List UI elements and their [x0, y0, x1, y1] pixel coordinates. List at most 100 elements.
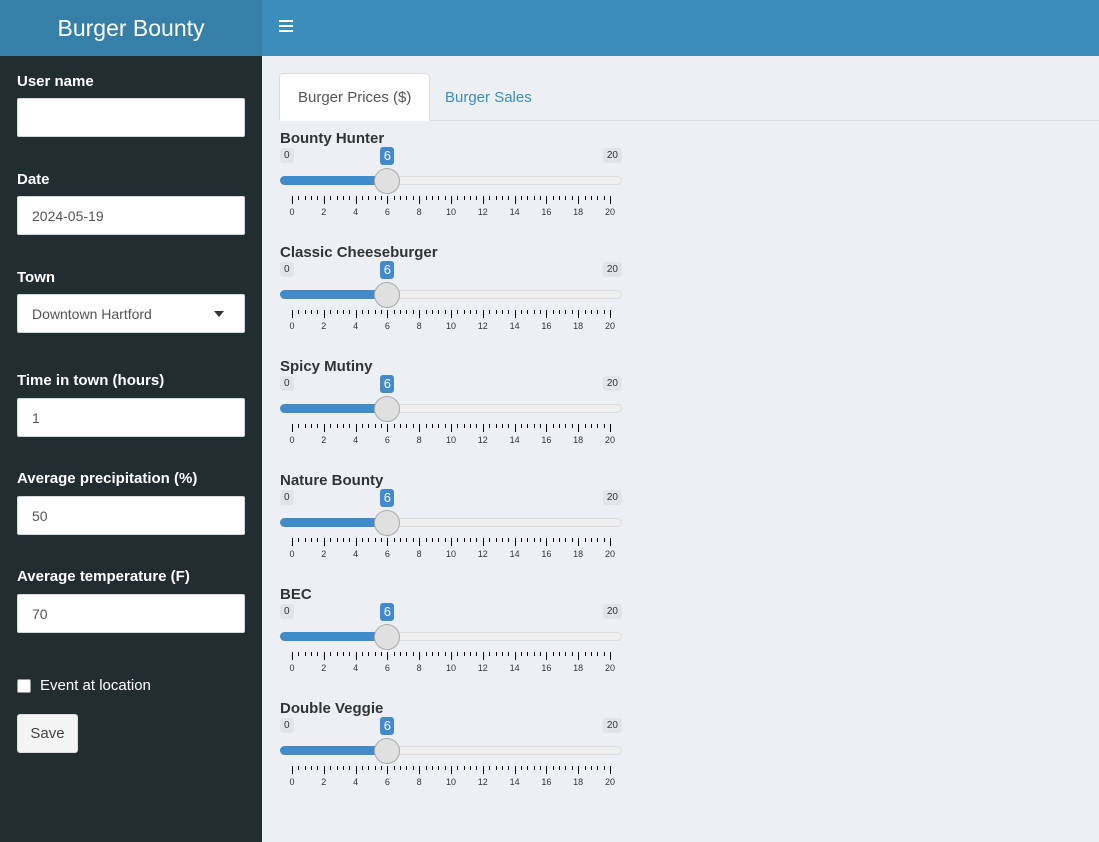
- slider-minor-tick: [489, 310, 491, 314]
- slider-tick-label: 10: [445, 549, 457, 559]
- slider-tick-label: 8: [416, 207, 422, 217]
- slider-minor-tick: [330, 652, 332, 656]
- price-slider[interactable]: BEC 0 20 6 0 2 4 6 8 10 12 14 16 18 20: [280, 586, 622, 696]
- event-checkbox[interactable]: [17, 678, 31, 693]
- slider-minor-tick: [559, 310, 561, 314]
- slider-major-tick: [610, 196, 611, 204]
- slider-minor-tick: [552, 310, 554, 314]
- slider-minor-tick: [552, 766, 554, 770]
- price-slider[interactable]: Spicy Mutiny 0 20 6 0 2 4 6 8 10 12 14 16 18 20: [280, 358, 622, 468]
- tab-burger-sales[interactable]: Burger Sales: [427, 73, 550, 121]
- slider-value-label: 6: [380, 489, 395, 507]
- slider-minor-tick: [330, 766, 332, 770]
- slider-tick-label: 18: [573, 321, 584, 331]
- slider-handle[interactable]: [374, 396, 401, 422]
- slider-minor-tick: [444, 310, 446, 314]
- time-in-town-label: Time in town (hours): [17, 372, 165, 389]
- slider-minor-tick: [444, 538, 446, 542]
- save-button[interactable]: Save: [17, 714, 78, 753]
- slider-tick-label: 18: [573, 435, 584, 445]
- slider-major-tick: [482, 538, 484, 546]
- slider-minor-tick: [533, 310, 535, 314]
- user-name-input[interactable]: [17, 98, 245, 137]
- slider-handle[interactable]: [374, 168, 401, 194]
- slider-minor-tick: [463, 766, 465, 770]
- slider-minor-tick: [298, 310, 300, 314]
- slider-minor-tick: [559, 766, 561, 770]
- event-checkbox-row[interactable]: Event at location: [17, 677, 151, 694]
- slider-tick-label: 10: [445, 663, 457, 673]
- slider-major-tick: [419, 538, 421, 546]
- slider-minor-tick: [597, 766, 599, 770]
- slider-fill: [280, 518, 388, 527]
- slider-tick-label: 12: [477, 549, 488, 559]
- slider-major-tick: [451, 766, 452, 774]
- slider-minor-tick: [476, 538, 478, 542]
- slider-max-label: 20: [602, 718, 622, 733]
- slider-minor-tick: [336, 652, 338, 656]
- slider-minor-tick: [527, 424, 529, 428]
- slider-minor-tick: [463, 424, 465, 428]
- date-input[interactable]: 2024-05-19: [17, 196, 245, 235]
- slider-major-tick: [419, 424, 421, 432]
- slider-minor-tick: [393, 196, 395, 200]
- slider-minor-tick: [431, 652, 433, 656]
- slider-fill: [280, 404, 388, 413]
- slider-minor-tick: [438, 538, 440, 542]
- slider-handle[interactable]: [374, 282, 401, 308]
- slider-major-tick: [323, 424, 325, 432]
- slider-minor-tick: [361, 652, 363, 656]
- slider-minor-tick: [476, 196, 478, 200]
- price-slider[interactable]: Classic Cheeseburger 0 20 6 0 2 4 6 8 10 12 14 16 18 2…: [280, 244, 622, 354]
- slider-minor-tick: [431, 196, 433, 200]
- price-slider[interactable]: Bounty Hunter 0 20 6 0 2 4 6 8 10 12 14 16 18 20: [280, 130, 622, 240]
- slider-minor-tick: [317, 196, 319, 200]
- slider-minor-tick: [590, 766, 592, 770]
- town-select[interactable]: Downtown Hartford: [17, 294, 245, 333]
- slider-tick-label: 12: [477, 321, 488, 331]
- precipitation-input[interactable]: 50: [17, 496, 245, 535]
- price-slider[interactable]: Nature Bounty 0 20 6 0 2 4 6 8 10 12 14 16 18 20: [280, 472, 622, 582]
- tab-burger-prices[interactable]: Burger Prices ($): [279, 73, 431, 121]
- slider-handle[interactable]: [374, 624, 401, 650]
- slider-major-tick: [546, 424, 548, 432]
- sidebar-toggle-icon[interactable]: [279, 19, 293, 33]
- main-content: Burger Prices ($) Burger Sales Bounty Hu…: [262, 56, 1099, 842]
- price-slider[interactable]: Double Veggie 0 20 6 0 2 4 6 8 10 12 14 16 18 20: [280, 700, 622, 810]
- slider-tick-label: 12: [477, 435, 488, 445]
- slider-minor-tick: [603, 538, 605, 542]
- slider-minor-tick: [393, 652, 395, 656]
- slider-minor-tick: [540, 310, 542, 314]
- slider-minor-tick: [393, 424, 395, 428]
- slider-minor-tick: [431, 424, 433, 428]
- slider-minor-tick: [533, 766, 535, 770]
- slider-minor-tick: [400, 424, 402, 428]
- temperature-input[interactable]: 70: [17, 594, 245, 633]
- slider-fill: [280, 632, 388, 641]
- slider-minor-tick: [298, 766, 300, 770]
- slider-major-tick: [323, 652, 325, 660]
- slider-minor-tick: [470, 196, 472, 200]
- slider-minor-tick: [540, 652, 542, 656]
- slider-minor-tick: [361, 196, 363, 200]
- slider-minor-tick: [342, 196, 344, 200]
- slider-handle[interactable]: [374, 738, 401, 764]
- slider-minor-tick: [361, 310, 363, 314]
- slider-minor-tick: [406, 310, 408, 314]
- time-in-town-input[interactable]: 1: [17, 398, 245, 437]
- slider-tick-label: 16: [541, 321, 552, 331]
- slider-label: Nature Bounty: [280, 472, 384, 489]
- slider-minor-tick: [597, 424, 599, 428]
- slider-minor-tick: [431, 538, 433, 542]
- slider-minor-tick: [584, 310, 586, 314]
- slider-handle[interactable]: [374, 510, 401, 536]
- slider-minor-tick: [508, 538, 510, 542]
- slider-major-tick: [355, 196, 357, 204]
- slider-minor-tick: [393, 310, 395, 314]
- slider-major-tick: [578, 652, 580, 660]
- slider-minor-tick: [603, 310, 605, 314]
- slider-minor-tick: [533, 538, 535, 542]
- date-label: Date: [17, 171, 50, 188]
- slider-minor-tick: [361, 766, 363, 770]
- slider-major-tick: [578, 196, 580, 204]
